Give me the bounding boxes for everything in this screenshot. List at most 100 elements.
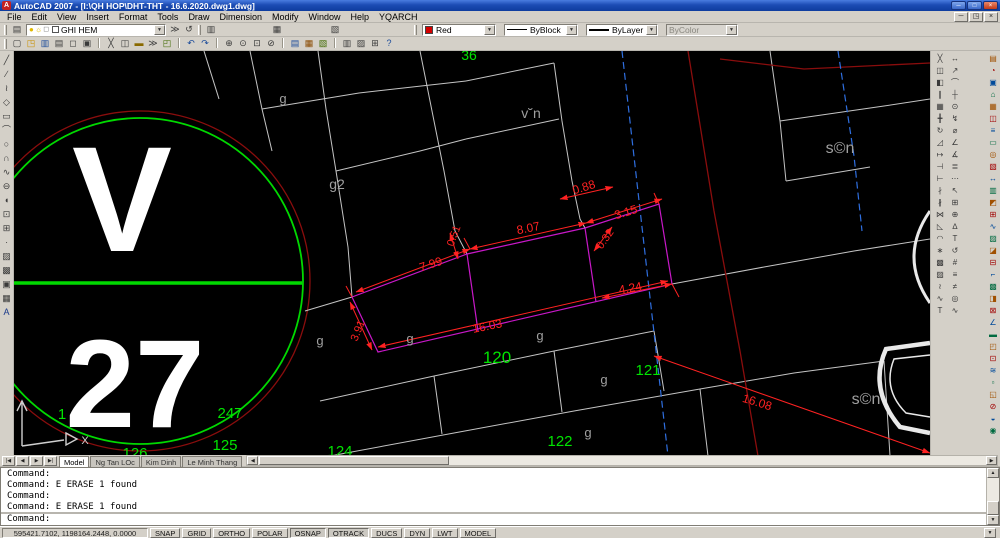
dim-arc-length-button[interactable]: ⌒	[949, 77, 961, 89]
yq-tool-20-button[interactable]: ▩	[987, 281, 999, 293]
gradient-button[interactable]: ▩	[0, 263, 13, 277]
edit-spline-button[interactable]: ∿	[934, 293, 946, 305]
yq-tool-4-button[interactable]: ⌂	[987, 89, 999, 101]
menu-dimension[interactable]: Dimension	[214, 12, 267, 22]
quickcalc-button[interactable]: ⊞	[368, 37, 382, 50]
dim-continue-button[interactable]: ⋯	[949, 173, 961, 185]
block-editor-button[interactable]: ◰	[160, 37, 174, 50]
toolbar-separator[interactable]	[98, 38, 100, 48]
command-vertical-scrollbar[interactable]: ▲ ▼	[986, 468, 999, 525]
arc-button[interactable]: ⌒	[0, 123, 13, 137]
yq-tool-7-button[interactable]: ≡	[987, 125, 999, 137]
yq-tool-19-button[interactable]: ⌐	[987, 269, 999, 281]
insert-block-button[interactable]: ⊡	[0, 207, 13, 221]
polyline-button[interactable]: ≀	[0, 81, 13, 95]
snap-toggle[interactable]: SNAP	[150, 528, 180, 538]
menu-view[interactable]: View	[52, 12, 81, 22]
toolbar-extra-button-1[interactable]: ▦	[270, 23, 284, 36]
grid-toggle[interactable]: GRID	[182, 528, 211, 538]
revision-cloud-button[interactable]: ∩	[0, 151, 13, 165]
layer-states-button[interactable]: ▥	[204, 23, 218, 36]
yq-tool-6-button[interactable]: ◫	[987, 113, 999, 125]
multiline-text-button[interactable]: A	[0, 305, 13, 319]
dim-linear-button[interactable]: ↔	[949, 53, 961, 65]
dim-ordinate-button[interactable]: ┼	[949, 89, 961, 101]
toolbar-separator[interactable]	[216, 38, 218, 48]
join-button[interactable]: ⋈	[934, 209, 946, 221]
zoom-window-button[interactable]: ⊡	[250, 37, 264, 50]
yq-tool-25-button[interactable]: ◰	[987, 341, 999, 353]
dim-style-button[interactable]: #	[949, 257, 961, 269]
tolerance-button[interactable]: ⊞	[949, 197, 961, 209]
toolbar-grip[interactable]	[414, 25, 417, 35]
yq-tool-15-button[interactable]: ∿	[987, 221, 999, 233]
qnew-button[interactable]: ▢	[10, 37, 24, 50]
model-toggle[interactable]: MODEL	[460, 528, 497, 538]
yq-tool-2-button[interactable]: ◔	[987, 65, 999, 77]
yq-tool-17-button[interactable]: ◪	[987, 245, 999, 257]
tray-arrow-icon[interactable]: ▼	[984, 528, 996, 538]
markup-set-manager-button[interactable]: ▨	[354, 37, 368, 50]
tool-palettes-button[interactable]: ▧	[316, 37, 330, 50]
cut-button[interactable]: ╳	[104, 37, 118, 50]
properties-button[interactable]: ▤	[288, 37, 302, 50]
horizontal-scrollbar-thumb[interactable]	[259, 456, 449, 465]
menu-yqarch[interactable]: YQARCH	[374, 12, 423, 22]
yq-tool-28-button[interactable]: ▫	[987, 377, 999, 389]
lwt-toggle[interactable]: LWT	[432, 528, 457, 538]
command-text-area[interactable]: Command:Command: E ERASE 1 foundCommand:…	[1, 468, 986, 525]
yq-tool-10-button[interactable]: ▧	[987, 161, 999, 173]
dim-space-button[interactable]: ≡	[949, 269, 961, 281]
dim-radius-button[interactable]: ⊙	[949, 101, 961, 113]
quick-leader-button[interactable]: ↖	[949, 185, 961, 197]
dropdown-arrow-icon[interactable]: ▼	[566, 25, 577, 35]
move-button[interactable]: ╋	[934, 113, 946, 125]
edit-polyline-button[interactable]: ≀	[934, 281, 946, 293]
tab-prev-button[interactable]: ◀	[16, 456, 29, 466]
ellipse-arc-button[interactable]: ◖	[0, 193, 13, 207]
scroll-left-icon[interactable]: ◀	[247, 456, 258, 465]
dim-baseline-button[interactable]: ≣	[949, 161, 961, 173]
break-button[interactable]: ∦	[934, 197, 946, 209]
tab-kim-dinh[interactable]: Kim Dinh	[141, 456, 181, 467]
tab-next-button[interactable]: ▶	[30, 456, 43, 466]
dyn-toggle[interactable]: DYN	[404, 528, 430, 538]
publish-button[interactable]: ▣	[80, 37, 94, 50]
dim-text-edit-button[interactable]: T	[949, 233, 961, 245]
region-button[interactable]: ▣	[0, 277, 13, 291]
yq-tool-14-button[interactable]: ⊞	[987, 209, 999, 221]
edit-hatch-button[interactable]: ▨	[934, 269, 946, 281]
save-button[interactable]: ▥	[38, 37, 52, 50]
spline-button[interactable]: ∿	[0, 165, 13, 179]
copy-clip-button[interactable]: ◫	[118, 37, 132, 50]
layer-previous-button[interactable]: ↺	[182, 23, 196, 36]
yq-tool-8-button[interactable]: ▭	[987, 137, 999, 149]
minimize-button[interactable]: ─	[951, 1, 966, 10]
menu-insert[interactable]: Insert	[81, 12, 114, 22]
dim-aligned-button[interactable]: ↗	[949, 65, 961, 77]
yq-tool-31-button[interactable]: ◒	[987, 413, 999, 425]
dim-update-button[interactable]: ↺	[949, 245, 961, 257]
mdi-restore-button[interactable]: ◳	[969, 12, 983, 22]
tab-first-button[interactable]: |◀	[2, 456, 15, 466]
dropdown-arrow-icon[interactable]: ▼	[646, 25, 657, 35]
otrack-toggle[interactable]: OTRACK	[328, 528, 369, 538]
menu-draw[interactable]: Draw	[183, 12, 214, 22]
vertical-scrollbar-thumb[interactable]	[987, 501, 999, 515]
tab-last-button[interactable]: ▶|	[44, 456, 57, 466]
dropdown-arrow-icon[interactable]: ▼	[484, 25, 495, 35]
yq-tool-13-button[interactable]: ◩	[987, 197, 999, 209]
yq-tool-27-button[interactable]: ≋	[987, 365, 999, 377]
yq-tool-30-button[interactable]: ⊘	[987, 401, 999, 413]
menu-modify[interactable]: Modify	[267, 12, 304, 22]
tab-ng-tan-loc[interactable]: Ng Tan LOc	[90, 456, 139, 467]
yq-tool-24-button[interactable]: ▬	[987, 329, 999, 341]
dim-angular-button[interactable]: ∠	[949, 137, 961, 149]
copy-button[interactable]: ◫	[934, 65, 946, 77]
menu-file[interactable]: File	[2, 12, 27, 22]
dim-jog-line-button[interactable]: ∿	[949, 305, 961, 317]
yq-tool-18-button[interactable]: ⊟	[987, 257, 999, 269]
zoom-previous-button[interactable]: ⊘	[264, 37, 278, 50]
line-button[interactable]: ╱	[0, 53, 13, 67]
menu-help[interactable]: Help	[346, 12, 375, 22]
